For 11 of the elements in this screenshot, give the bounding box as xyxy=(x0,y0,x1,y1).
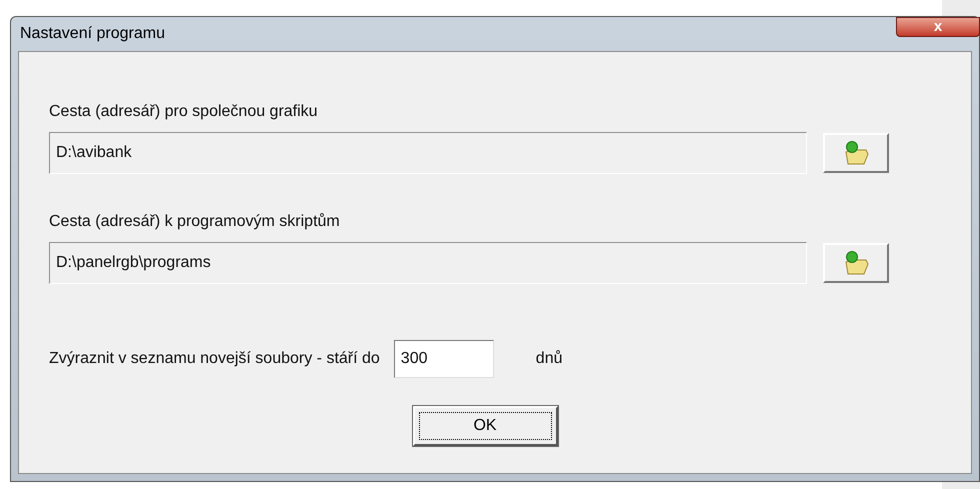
age-field[interactable]: 300 xyxy=(394,340,494,378)
browse-button[interactable] xyxy=(823,133,889,173)
path-field[interactable]: D:\avibank xyxy=(49,132,807,174)
unit-label: dnů xyxy=(536,349,562,369)
age-label: Zvýraznit v seznamu novejší soubory - stáří do xyxy=(49,349,380,369)
browse-button[interactable] xyxy=(823,243,889,283)
field-label: Cesta (adresář) k programovým skriptům xyxy=(49,212,341,232)
ok-button[interactable]: OK xyxy=(412,406,558,446)
path-field[interactable]: D:\panelrgb\programs xyxy=(49,242,807,284)
field-label: Cesta (adresář) pro společnou grafiku xyxy=(49,102,319,122)
window-title: Nastavení programu xyxy=(19,24,165,44)
